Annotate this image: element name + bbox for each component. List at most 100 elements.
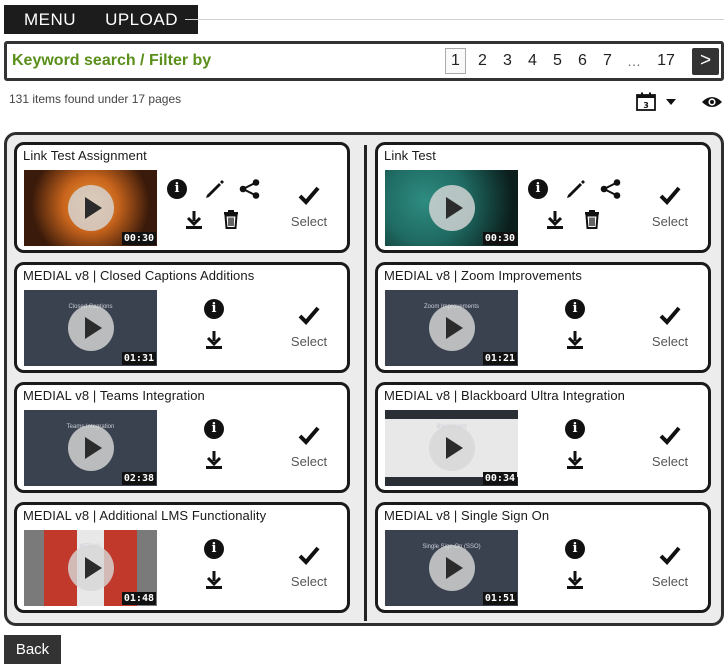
share-icon[interactable] xyxy=(239,179,260,199)
video-thumbnail[interactable]: 00:30 xyxy=(385,170,518,246)
duration-badge: 01:48 xyxy=(121,592,156,605)
media-title[interactable]: MEDIAL v8 | Closed Captions Additions xyxy=(23,268,254,283)
download-icon[interactable] xyxy=(206,450,222,469)
media-card: MEDIAL v8 | Single Sign On Single Sign On… xyxy=(375,502,711,613)
media-title[interactable]: MEDIAL v8 | Additional LMS Functionality xyxy=(23,508,266,523)
media-card: MEDIAL v8 | Zoom Improvements Zoom Improv… xyxy=(375,262,711,373)
chevron-down-icon xyxy=(666,98,676,105)
media-title[interactable]: Link Test xyxy=(384,148,436,163)
media-title[interactable]: MEDIAL v8 | Zoom Improvements xyxy=(384,268,582,283)
play-icon[interactable] xyxy=(68,545,114,591)
search-filter-label[interactable]: Keyword search / Filter by xyxy=(7,52,445,70)
page-ellipsis: … xyxy=(627,53,641,69)
search-filter-bar[interactable]: Keyword search / Filter by 1 2 3 4 5 6 7… xyxy=(4,41,724,81)
page-3[interactable]: 3 xyxy=(495,52,520,70)
select-label: Select xyxy=(290,214,328,229)
select-label: Select xyxy=(651,334,689,349)
select-button[interactable]: Select xyxy=(645,185,695,229)
page-4[interactable]: 4 xyxy=(520,52,545,70)
menu-button[interactable]: MENU xyxy=(24,10,76,30)
download-icon[interactable] xyxy=(206,570,222,589)
select-button[interactable]: Select xyxy=(645,425,695,469)
delete-icon[interactable] xyxy=(222,210,240,229)
edit-icon[interactable] xyxy=(204,179,224,199)
page-2[interactable]: 2 xyxy=(470,52,495,70)
play-icon[interactable] xyxy=(429,545,475,591)
header-divider xyxy=(185,19,724,20)
top-nav: MENU UPLOAD xyxy=(4,5,198,34)
download-icon[interactable] xyxy=(567,450,583,469)
media-title[interactable]: MEDIAL v8 | Blackboard Ultra Integration xyxy=(384,388,625,403)
video-thumbnail[interactable]: Zoom Improvements01:21 xyxy=(385,290,518,366)
video-thumbnail[interactable]: Teams Integration02:38 xyxy=(24,410,157,486)
video-thumbnail[interactable]: Closed Captions01:31 xyxy=(24,290,157,366)
select-button[interactable]: Select xyxy=(284,305,334,349)
media-title[interactable]: Link Test Assignment xyxy=(23,148,147,163)
duration-badge: 01:31 xyxy=(121,352,156,365)
next-page-button[interactable]: > xyxy=(692,47,719,75)
info-icon[interactable]: i xyxy=(565,299,585,319)
info-icon[interactable]: i xyxy=(167,179,187,199)
page-5[interactable]: 5 xyxy=(545,52,570,70)
duration-badge: 02:38 xyxy=(121,472,156,485)
eye-icon[interactable] xyxy=(701,95,723,109)
video-thumbnail[interactable]: 00:30 xyxy=(24,170,157,246)
video-thumbnail[interactable]: MEDIAL01:48 xyxy=(24,530,157,606)
video-thumbnail[interactable]: Blackboard00:34 xyxy=(385,410,518,486)
play-icon[interactable] xyxy=(68,305,114,351)
play-icon[interactable] xyxy=(68,425,114,471)
upload-button[interactable]: UPLOAD xyxy=(105,10,178,30)
video-thumbnail[interactable]: Single Sign On (SSO)01:51 xyxy=(385,530,518,606)
check-icon xyxy=(659,426,681,445)
info-icon[interactable]: i xyxy=(528,179,548,199)
check-icon xyxy=(659,306,681,325)
select-button[interactable]: Select xyxy=(645,545,695,589)
results-count: 131 items found under 17 pages xyxy=(9,92,182,106)
page-last[interactable]: 17 xyxy=(648,52,684,70)
select-button[interactable]: Select xyxy=(284,425,334,469)
check-icon xyxy=(298,186,320,205)
duration-badge: 01:21 xyxy=(482,352,517,365)
play-icon[interactable] xyxy=(429,185,475,231)
share-icon[interactable] xyxy=(600,179,621,199)
duration-badge: 00:30 xyxy=(121,232,156,245)
sort-dropdown[interactable]: 3 xyxy=(636,92,676,111)
info-icon[interactable]: i xyxy=(204,299,224,319)
media-card: MEDIAL v8 | Blackboard Ultra Integration… xyxy=(375,382,711,493)
download-icon[interactable] xyxy=(186,210,202,229)
play-icon[interactable] xyxy=(68,185,114,231)
select-label: Select xyxy=(651,574,689,589)
media-card: Link Test 00:30 i Select xyxy=(375,142,711,253)
page-1[interactable]: 1 xyxy=(445,48,466,74)
edit-icon[interactable] xyxy=(565,179,585,199)
download-icon[interactable] xyxy=(567,570,583,589)
info-icon[interactable]: i xyxy=(204,419,224,439)
media-title[interactable]: MEDIAL v8 | Single Sign On xyxy=(384,508,549,523)
info-icon[interactable]: i xyxy=(204,539,224,559)
media-title[interactable]: MEDIAL v8 | Teams Integration xyxy=(23,388,205,403)
check-icon xyxy=(298,306,320,325)
info-icon[interactable]: i xyxy=(565,419,585,439)
play-icon[interactable] xyxy=(429,305,475,351)
check-icon xyxy=(659,186,681,205)
media-card: Link Test Assignment 00:30 i Select xyxy=(14,142,350,253)
page-6[interactable]: 6 xyxy=(570,52,595,70)
download-icon[interactable] xyxy=(547,210,563,229)
select-button[interactable]: Select xyxy=(284,545,334,589)
download-icon[interactable] xyxy=(567,330,583,349)
download-icon[interactable] xyxy=(206,330,222,349)
delete-icon[interactable] xyxy=(583,210,601,229)
select-label: Select xyxy=(290,574,328,589)
info-icon[interactable]: i xyxy=(565,539,585,559)
back-button[interactable]: Back xyxy=(4,635,61,664)
media-card: MEDIAL v8 | Closed Captions Additions Clo… xyxy=(14,262,350,373)
pagination: 1 2 3 4 5 6 7 … 17 > xyxy=(445,44,721,78)
select-button[interactable]: Select xyxy=(284,185,334,229)
duration-badge: 00:34 xyxy=(482,472,517,485)
select-button[interactable]: Select xyxy=(645,305,695,349)
page-7[interactable]: 7 xyxy=(595,52,620,70)
play-icon[interactable] xyxy=(429,425,475,471)
check-icon xyxy=(659,546,681,565)
check-icon xyxy=(298,546,320,565)
duration-badge: 01:51 xyxy=(482,592,517,605)
